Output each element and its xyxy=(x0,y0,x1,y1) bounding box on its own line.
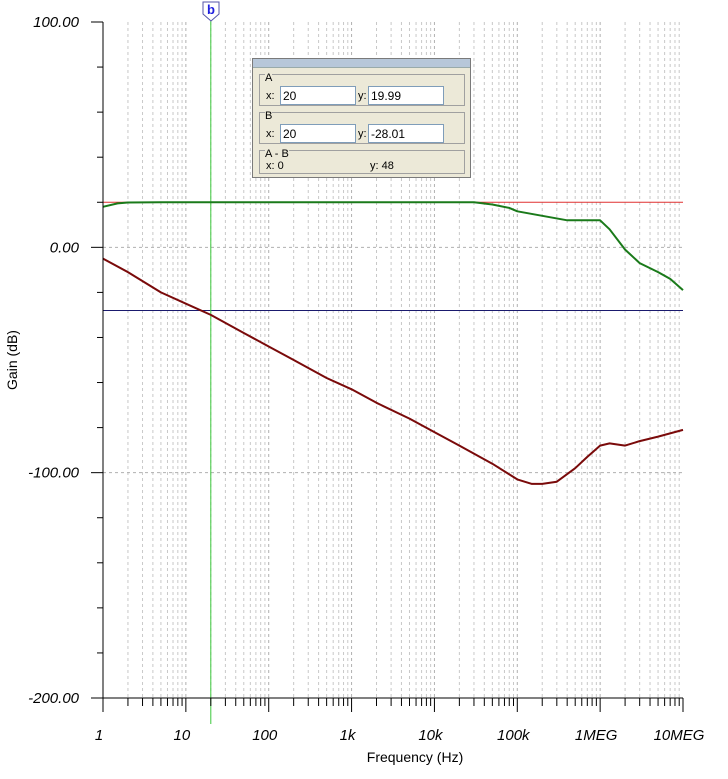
cursor-diff-y: y: 48 xyxy=(370,160,394,172)
cursor-a-x-field[interactable] xyxy=(280,86,356,105)
cursor-panel-titlebar[interactable] xyxy=(253,59,470,68)
x-tick-label: 10 xyxy=(174,727,191,744)
x-tick-label: 1MEG xyxy=(575,727,618,744)
x-tick-label: 100 xyxy=(252,727,278,744)
cursor-marker-label: b xyxy=(207,2,215,17)
cursor-b-y-field[interactable] xyxy=(368,124,444,143)
cursor-diff-group: A - B x: 0 y: 48 xyxy=(259,148,465,174)
x-tick-label: 1k xyxy=(340,727,357,744)
cursor-b-x-label: x: xyxy=(266,128,275,140)
y-tick-label: -100.00 xyxy=(28,465,80,482)
cursor-b-label: B xyxy=(265,110,273,122)
y-axis-title: Gain (dB) xyxy=(4,330,20,390)
cursor-a-label: A xyxy=(265,72,273,84)
x-tick-label: 10MEG xyxy=(654,727,705,744)
cursor-diff-label: A - B xyxy=(265,148,289,160)
cursor-b-group: B x: y: xyxy=(259,110,465,144)
cursor-diff-x: x: 0 xyxy=(266,160,284,172)
cursor-a-x-label: x: xyxy=(266,90,275,102)
cursor-b-x-field[interactable] xyxy=(280,124,356,143)
cursor-a-y-field[interactable] xyxy=(368,86,444,105)
y-tick-label: 0.00 xyxy=(50,239,80,256)
x-axis-title: Frequency (Hz) xyxy=(367,749,463,765)
cursor-a-group: A x: y: xyxy=(259,72,465,106)
y-tick-label: -200.00 xyxy=(28,690,80,707)
y-tick-label: 100.00 xyxy=(33,14,80,31)
x-tick-label: 10k xyxy=(418,727,444,744)
x-tick-label: 100k xyxy=(497,727,531,744)
x-tick-label: 1 xyxy=(95,727,103,744)
cursor-marker[interactable]: b xyxy=(202,1,220,22)
cursor-a-y-label: y: xyxy=(358,90,367,102)
cursor-readout-panel: A x: y: B x: y: A - B x: 0 y: 48 xyxy=(252,58,471,178)
cursor-b-y-label: y: xyxy=(358,128,367,140)
